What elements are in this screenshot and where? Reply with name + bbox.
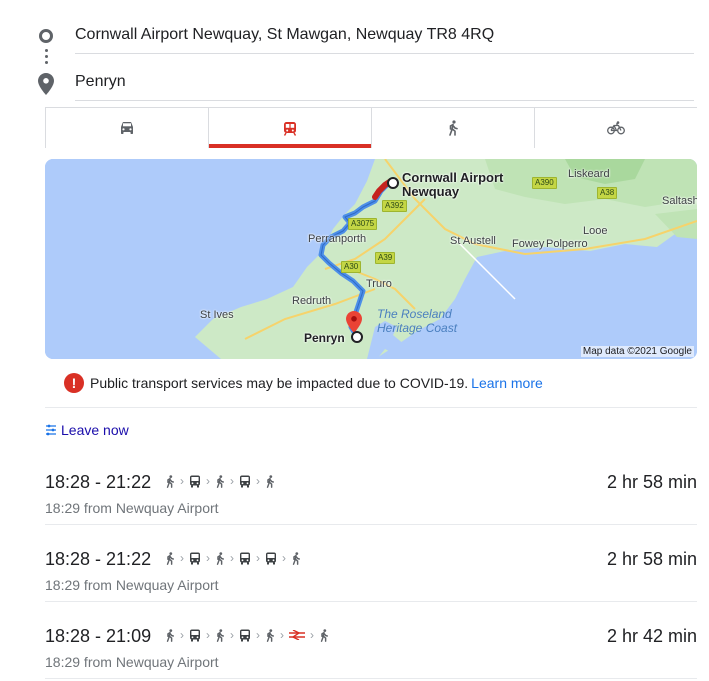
- road-badge: A30: [341, 261, 362, 273]
- map-label-town: Liskeard: [568, 168, 610, 180]
- chevron-right-icon: ›: [230, 474, 234, 488]
- map-label-town: Truro: [366, 278, 392, 290]
- walking-icon: [165, 551, 175, 565]
- walking-icon: [165, 474, 175, 488]
- tab-driving[interactable]: [45, 108, 208, 148]
- chevron-right-icon: ›: [230, 551, 234, 565]
- divider: [45, 524, 697, 525]
- destination-pin-icon: [38, 73, 54, 95]
- map-label-destination: Penryn: [304, 331, 345, 345]
- map-label-town: Polperro: [546, 238, 588, 250]
- bus-icon: [265, 552, 277, 565]
- trip-steps: › › › › ›: [165, 551, 301, 565]
- walking-icon: [265, 474, 275, 488]
- rail-icon: [289, 630, 305, 640]
- learn-more-link[interactable]: Learn more: [471, 375, 543, 391]
- bus-icon: [239, 475, 251, 488]
- trip-duration: 2 hr 58 min: [606, 472, 697, 492]
- map-label-town: Saltash: [662, 195, 697, 207]
- bus-icon: [239, 552, 251, 565]
- map-destination-marker-icon: [351, 331, 363, 343]
- chevron-right-icon: ›: [206, 474, 210, 488]
- map-origin-marker-icon: [387, 177, 399, 189]
- trip-time: 18:28 - 21:22: [45, 549, 152, 569]
- walking-icon: [215, 628, 225, 642]
- chevron-right-icon: ›: [256, 628, 260, 642]
- leave-now-selector[interactable]: Leave now: [45, 422, 129, 438]
- tab-walking[interactable]: [371, 108, 534, 148]
- walking-icon: [265, 628, 275, 642]
- map-label-town: Looe: [583, 225, 608, 237]
- divider: [45, 678, 697, 679]
- road-badge: A392: [382, 200, 407, 212]
- walking-icon: [215, 474, 225, 488]
- chevron-right-icon: ›: [230, 628, 234, 642]
- chevron-right-icon: ›: [282, 551, 286, 565]
- covid-alert: ! Public transport services may be impac…: [64, 373, 543, 393]
- chevron-right-icon: ›: [180, 551, 184, 565]
- route-dots-icon: [44, 49, 48, 67]
- chevron-right-icon: ›: [256, 551, 260, 565]
- trip-duration: 2 hr 42 min: [606, 626, 697, 646]
- bicycle-icon: [607, 121, 625, 135]
- origin-marker-icon: [39, 29, 53, 43]
- leave-now-label: Leave now: [61, 422, 129, 438]
- bus-icon: [239, 629, 251, 642]
- alert-text: Public transport services may be impacte…: [90, 375, 469, 391]
- map-destination-pin-icon: [346, 311, 362, 333]
- route-map[interactable]: Cornwall Airport Newquay Penryn Liskeard…: [45, 159, 697, 359]
- chevron-right-icon: ›: [256, 474, 260, 488]
- bus-icon: [189, 475, 201, 488]
- road-badge: A390: [532, 177, 557, 189]
- divider: [45, 601, 697, 602]
- map-label-area: The Roseland Heritage Coast: [377, 307, 458, 335]
- road-badge: A3075: [348, 218, 378, 230]
- chevron-right-icon: ›: [310, 628, 314, 642]
- trip-departure: 18:29 from Newquay Airport: [45, 654, 219, 670]
- travel-mode-tabs: [45, 107, 697, 148]
- walking-icon: [215, 551, 225, 565]
- trip-departure: 18:29 from Newquay Airport: [45, 500, 219, 516]
- divider: [45, 407, 697, 408]
- tab-transit[interactable]: [208, 108, 371, 148]
- walking-icon: [291, 551, 301, 565]
- chevron-right-icon: ›: [280, 628, 284, 642]
- bus-icon: [189, 629, 201, 642]
- trip-steps: › › › › › ›: [165, 628, 329, 642]
- train-icon: [283, 121, 297, 136]
- road-badge: A38: [597, 187, 618, 199]
- map-attribution[interactable]: Map data ©2021 Google: [580, 346, 694, 357]
- chevron-right-icon: ›: [180, 628, 184, 642]
- map-label-town: St Ives: [200, 309, 234, 321]
- alert-icon: !: [64, 373, 84, 393]
- road-badge: A39: [375, 252, 396, 264]
- map-label-town: St Austell: [450, 235, 496, 247]
- walking-icon: [319, 628, 329, 642]
- trip-departure: 18:29 from Newquay Airport: [45, 577, 219, 593]
- chevron-right-icon: ›: [180, 474, 184, 488]
- map-label-origin: Cornwall Airport Newquay: [402, 170, 504, 199]
- origin-input[interactable]: Cornwall Airport Newquay, St Mawgan, New…: [75, 24, 694, 54]
- map-label-town: Perranporth: [308, 233, 367, 245]
- bus-icon: [189, 552, 201, 565]
- trip-duration: 2 hr 58 min: [606, 549, 697, 569]
- chevron-right-icon: ›: [206, 628, 210, 642]
- tab-cycling[interactable]: [534, 108, 697, 148]
- options-icon: [46, 424, 56, 436]
- map-label-town: Redruth: [292, 295, 332, 307]
- trip-steps: › › › ›: [165, 474, 275, 488]
- car-icon: [121, 122, 133, 134]
- trip-time: 18:28 - 21:09: [45, 626, 152, 646]
- trip-option[interactable]: 18:28 - 21:09 › › › › › › 2 hr 42 min 18:29 from…: [45, 612, 697, 681]
- map-label-town: Fowey: [512, 238, 545, 250]
- walking-icon: [165, 628, 175, 642]
- destination-input[interactable]: Penryn: [75, 71, 694, 101]
- trip-time: 18:28 - 21:22: [45, 472, 152, 492]
- walking-icon: [449, 120, 458, 136]
- chevron-right-icon: ›: [206, 551, 210, 565]
